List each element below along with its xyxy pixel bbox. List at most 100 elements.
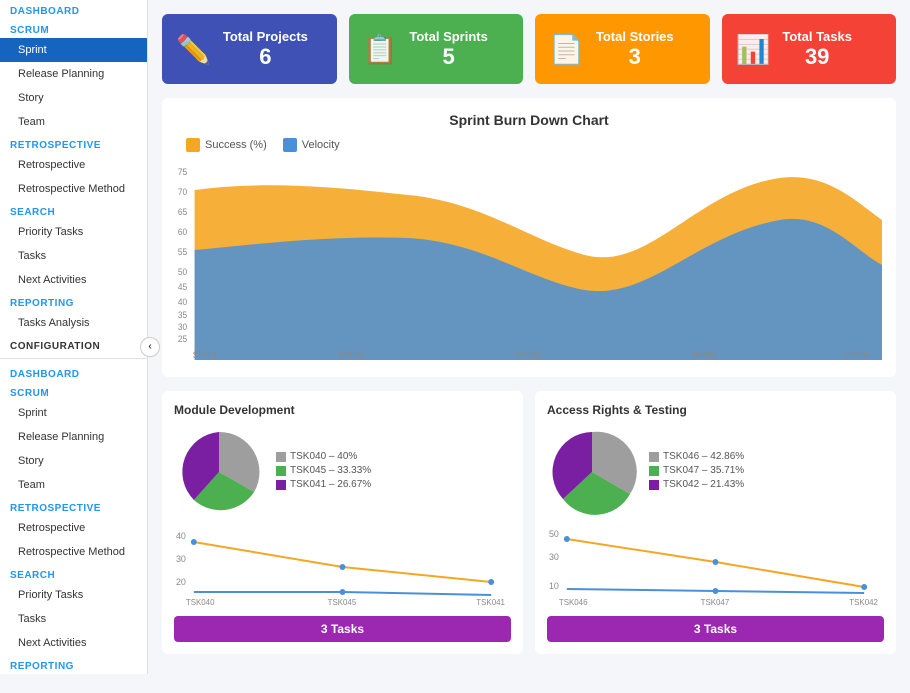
sidebar-section-reporting1: REPORTING <box>0 292 147 311</box>
module-dev-legend: TSK040 – 40% TSK045 – 33.33% TSK041 – 26… <box>276 451 371 493</box>
svg-text:SP005: SP005 <box>845 350 870 360</box>
svg-text:35: 35 <box>178 310 187 320</box>
legend-success-color <box>186 138 200 152</box>
svg-text:25: 25 <box>178 334 187 344</box>
svg-text:30: 30 <box>176 554 186 564</box>
svg-text:45: 45 <box>178 282 187 292</box>
stat-card-projects: ✏️ Total Projects 6 <box>162 14 337 84</box>
sidebar-section-search1: SEARCH <box>0 201 147 220</box>
legend-tsk041-label: TSK041 – 26.67% <box>290 479 371 490</box>
svg-text:SP004: SP004 <box>692 350 717 360</box>
sidebar-section-search2: SEARCH <box>0 564 147 583</box>
legend-tsk047-label: TSK047 – 35.71% <box>663 465 744 476</box>
svg-text:70: 70 <box>178 187 187 197</box>
sidebar-item-tasks1[interactable]: Tasks <box>0 244 147 268</box>
legend-tsk040-label: TSK040 – 40% <box>290 451 357 462</box>
sidebar-item-retro-method1[interactable]: Retrospective Method <box>0 177 147 201</box>
sidebar-item-tasks-analysis1[interactable]: Tasks Analysis <box>0 311 147 335</box>
sidebar-section-config: CONFIGURATION <box>0 335 147 354</box>
sprints-icon: 📋 <box>363 33 398 66</box>
legend-tsk042-color <box>649 480 659 490</box>
sprints-label: Total Sprints <box>409 29 487 44</box>
sidebar-item-retrospective1[interactable]: Retrospective <box>0 153 147 177</box>
stories-label: Total Stories <box>596 29 674 44</box>
sidebar-item-release-planning1[interactable]: Release Planning <box>0 62 147 86</box>
sidebar-section-retro2: RETROSPECTIVE <box>0 497 147 516</box>
legend-velocity-color <box>283 138 297 152</box>
legend-tsk046-label: TSK046 – 42.86% <box>663 451 744 462</box>
access-rights-bar-chart: 50 30 10 TSK046 TSK047 TSK042 <box>547 527 884 607</box>
svg-text:40: 40 <box>178 297 187 307</box>
access-rights-pie-row: TSK046 – 42.86% TSK047 – 35.71% TSK042 –… <box>547 427 884 517</box>
sidebar-item-story2[interactable]: Story <box>0 449 147 473</box>
svg-text:60: 60 <box>178 227 187 237</box>
legend-tsk046-color <box>649 452 659 462</box>
tasks-icon: 📊 <box>736 33 771 66</box>
sidebar-item-release-planning2[interactable]: Release Planning <box>0 425 147 449</box>
access-rights-title: Access Rights & Testing <box>547 403 884 417</box>
svg-text:TSK041: TSK041 <box>476 598 505 607</box>
svg-text:10: 10 <box>549 581 559 591</box>
sidebar-section-retro1: RETROSPECTIVE <box>0 134 147 153</box>
module-dev-pie <box>174 427 264 517</box>
legend-tsk041-color <box>276 480 286 490</box>
svg-text:SP002: SP002 <box>339 350 364 360</box>
svg-text:65: 65 <box>178 207 187 217</box>
legend-success-label: Success (%) <box>205 139 267 151</box>
sidebar-item-tasks2[interactable]: Tasks <box>0 607 147 631</box>
projects-icon: ✏️ <box>176 33 211 66</box>
stories-icon: 📄 <box>549 33 584 66</box>
legend-tsk042-label: TSK042 – 21.43% <box>663 479 744 490</box>
sidebar-item-team1[interactable]: Team <box>0 110 147 134</box>
svg-text:20: 20 <box>176 577 186 587</box>
module-dev-title: Module Development <box>174 403 511 417</box>
sprints-value: 5 <box>409 44 487 70</box>
sidebar-item-priority2[interactable]: Priority Tasks <box>0 583 147 607</box>
sidebar-item-sprint2[interactable]: Sprint <box>0 401 147 425</box>
sidebar-section-dashboard2: DASHBOARD <box>0 363 147 382</box>
stat-card-stories: 📄 Total Stories 3 <box>535 14 710 84</box>
access-rights-tasks-bar[interactable]: 3 Tasks <box>547 616 884 642</box>
sidebar-item-retrospective2[interactable]: Retrospective <box>0 516 147 540</box>
sidebar-item-sprint1[interactable]: Sprint <box>0 38 147 62</box>
burn-down-legend: Success (%) Velocity <box>176 138 882 152</box>
sidebar: DASHBOARD SCRUM Sprint Release Planning … <box>0 0 148 674</box>
sidebar-collapse-button[interactable]: ‹ <box>140 337 160 357</box>
sidebar-section-scrum1: SCRUM <box>0 19 147 38</box>
svg-text:75: 75 <box>178 167 187 177</box>
stat-cards: ✏️ Total Projects 6 📋 Total Sprints 5 📄 … <box>162 14 896 84</box>
access-rights-chart: Access Rights & Testing TSK046 – 42.86% <box>535 391 896 654</box>
svg-text:TSK045: TSK045 <box>328 598 357 607</box>
svg-text:TSK047: TSK047 <box>701 598 730 607</box>
stat-card-tasks: 📊 Total Tasks 39 <box>722 14 897 84</box>
sidebar-section-scrum2: SCRUM <box>0 382 147 401</box>
svg-text:TSK042: TSK042 <box>849 598 878 607</box>
legend-tsk045-label: TSK045 – 33.33% <box>290 465 371 476</box>
sidebar-item-retro-method2[interactable]: Retrospective Method <box>0 540 147 564</box>
sidebar-item-team2[interactable]: Team <box>0 473 147 497</box>
projects-label: Total Projects <box>223 29 308 44</box>
sidebar-item-story1[interactable]: Story <box>0 86 147 110</box>
legend-success: Success (%) <box>186 138 267 152</box>
module-dev-bar-chart: 40 30 20 TSK040 TSK045 TSK041 <box>174 527 511 607</box>
stat-card-sprints: 📋 Total Sprints 5 <box>349 14 524 84</box>
svg-text:40: 40 <box>176 531 186 541</box>
svg-text:TSK040: TSK040 <box>186 598 215 607</box>
svg-text:SP003: SP003 <box>515 350 540 360</box>
svg-text:30: 30 <box>178 322 187 332</box>
tasks-label: Total Tasks <box>782 29 852 44</box>
sidebar-section-reporting2: REPORTING <box>0 655 147 674</box>
module-dev-pie-row: TSK040 – 40% TSK045 – 33.33% TSK041 – 26… <box>174 427 511 517</box>
legend-velocity: Velocity <box>283 138 340 152</box>
sidebar-item-priority1[interactable]: Priority Tasks <box>0 220 147 244</box>
svg-text:50: 50 <box>549 529 559 539</box>
svg-text:TSK046: TSK046 <box>559 598 588 607</box>
burn-down-section: Sprint Burn Down Chart Success (%) Veloc… <box>162 98 896 377</box>
sidebar-item-next2[interactable]: Next Activities <box>0 631 147 655</box>
projects-value: 6 <box>223 44 308 70</box>
module-dev-tasks-bar[interactable]: 3 Tasks <box>174 616 511 642</box>
svg-text:30: 30 <box>549 552 559 562</box>
svg-text:SP001: SP001 <box>193 350 218 360</box>
sidebar-item-next1[interactable]: Next Activities <box>0 268 147 292</box>
burn-down-title: Sprint Burn Down Chart <box>176 112 882 128</box>
